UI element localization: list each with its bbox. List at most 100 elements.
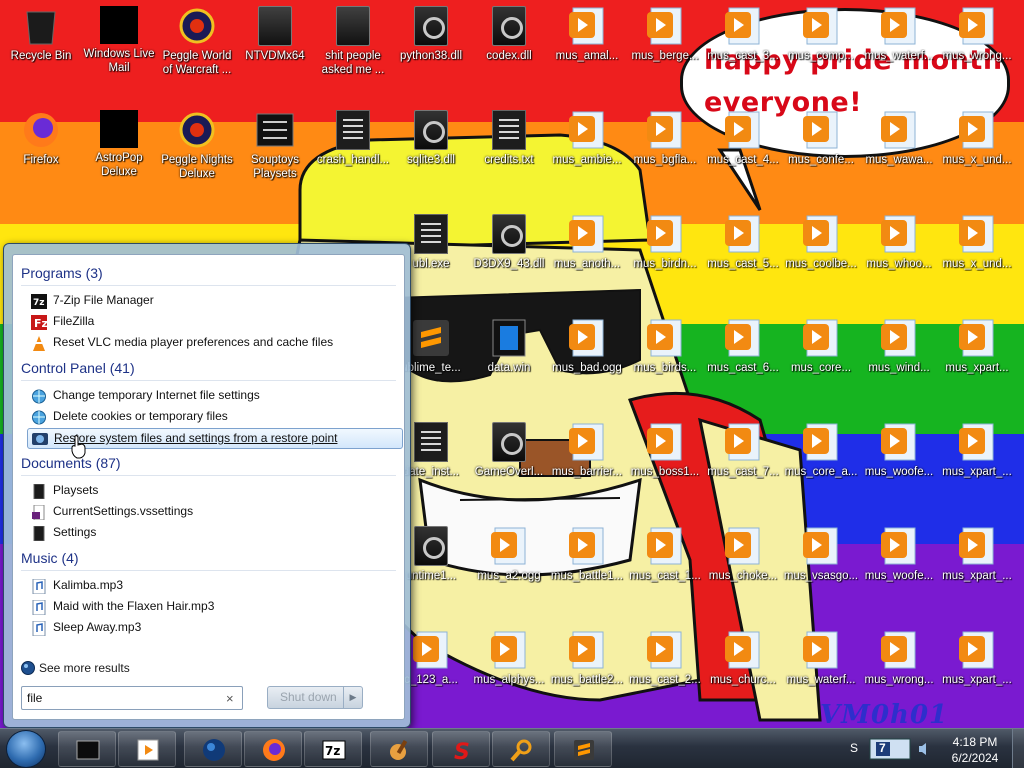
result-playsets[interactable]: Playsets — [27, 481, 403, 502]
desktop-icon[interactable]: mus_churc... — [704, 626, 782, 726]
shutdown-options-arrow-icon[interactable]: ▶ — [343, 687, 362, 708]
desktop-icon[interactable]: mus_cast_1... — [626, 522, 704, 622]
desktop-icon[interactable]: mus_barrier... — [548, 418, 626, 518]
desktop-icon[interactable]: sqlite3.dll — [392, 106, 470, 206]
desktop-icon[interactable]: Peggle Nights Deluxe — [158, 106, 236, 206]
desktop-icon[interactable]: mus_boss1... — [626, 418, 704, 518]
desktop-icon[interactable]: mus_bgfla... — [626, 106, 704, 206]
desktop-icon[interactable]: Peggle World of Warcraft ... — [158, 2, 236, 102]
result-settings[interactable]: Settings — [27, 523, 403, 544]
desktop-icon[interactable]: mus_birds... — [626, 314, 704, 414]
desktop-icon[interactable]: mus_wrong... — [860, 626, 938, 726]
result-maid-flaxen-hair-mp3[interactable]: Maid with the Flaxen Hair.mp3 — [27, 597, 403, 618]
desktop-icon[interactable]: mus_core... — [782, 314, 860, 414]
start-search-input[interactable] — [21, 686, 243, 710]
desktop-icon[interactable]: mus_cast_2... — [626, 626, 704, 726]
tray-vm-indicator-icon[interactable] — [864, 737, 916, 763]
show-desktop-button[interactable] — [1012, 729, 1024, 768]
taskbar-search-tool[interactable] — [492, 731, 550, 767]
group-heading-programs[interactable]: Programs (3) — [21, 265, 396, 286]
desktop-icon[interactable]: crash_handl... — [314, 106, 392, 206]
desktop-icon[interactable]: Windows Live Mail — [80, 2, 158, 102]
desktop-icon[interactable]: D3DX9_43.dll — [470, 210, 548, 310]
desktop-icon[interactable]: mus_cast_5... — [704, 210, 782, 310]
taskbar-sublime[interactable] — [554, 731, 612, 767]
desktop-icon[interactable]: mus_alphys... — [470, 626, 548, 726]
desktop-icon[interactable]: credits.txt — [470, 106, 548, 206]
desktop-icon[interactable]: mus_coolbe... — [782, 210, 860, 310]
desktop-icon[interactable]: mus_birdn... — [626, 210, 704, 310]
vlc-audio-file-icon — [645, 110, 685, 150]
vlc-audio-file-icon — [801, 526, 841, 566]
desktop-icon[interactable]: mus_berge... — [626, 2, 704, 102]
taskbar-red-s[interactable]: S — [432, 731, 490, 767]
desktop-icon[interactable]: mus_a2.ogg — [470, 522, 548, 622]
desktop-icon[interactable]: mus_waterf... — [860, 2, 938, 102]
taskbar-ie[interactable] — [184, 731, 242, 767]
desktop-icon[interactable]: mus_woofe... — [860, 522, 938, 622]
desktop-icon[interactable]: mus_battle1... — [548, 522, 626, 622]
result-delete-cookies[interactable]: Delete cookies or temporary files — [27, 407, 403, 428]
result-7zip-file-manager[interactable]: 7z 7-Zip File Manager — [27, 291, 403, 312]
desktop-icon[interactable]: mus_cast_4... — [704, 106, 782, 206]
desktop-icon[interactable]: shit people asked me ... — [314, 2, 392, 102]
start-button[interactable] — [6, 730, 46, 768]
desktop-icon[interactable]: python38.dll — [392, 2, 470, 102]
group-heading-music[interactable]: Music (4) — [21, 550, 396, 571]
desktop-icon[interactable]: mus_cast_6... — [704, 314, 782, 414]
desktop-icon[interactable]: mus_whoo... — [860, 210, 938, 310]
desktop-icon[interactable]: mus_cast_3... — [704, 2, 782, 102]
desktop-icon[interactable]: mus_bad.ogg — [548, 314, 626, 414]
group-heading-control-panel[interactable]: Control Panel (41) — [21, 360, 396, 381]
desktop-icon[interactable]: mus_xpart... — [938, 314, 1016, 414]
desktop-icon[interactable]: mus_cast_7... — [704, 418, 782, 518]
desktop-icon[interactable]: Firefox — [2, 106, 80, 206]
clock-date[interactable]: 6/2/2024 — [942, 751, 1008, 765]
desktop-icon[interactable]: data.win — [470, 314, 548, 414]
see-more-results-link[interactable]: See more results — [21, 659, 130, 679]
desktop-icon[interactable]: NTVDMx64 — [236, 2, 314, 102]
desktop-icon[interactable]: GameOverl... — [470, 418, 548, 518]
desktop-icon[interactable]: mus_wrong... — [938, 2, 1016, 102]
desktop-icon[interactable]: mus_wind... — [860, 314, 938, 414]
desktop-icon[interactable]: AstroPop Deluxe — [80, 106, 158, 206]
desktop-icon[interactable]: Souptoys Playsets — [236, 106, 314, 206]
desktop-icon[interactable]: mus_woofe... — [860, 418, 938, 518]
desktop-icon[interactable]: mus_core_a... — [782, 418, 860, 518]
desktop-icon[interactable]: mus_wawa... — [860, 106, 938, 206]
desktop-icon[interactable]: mus_xpart_... — [938, 522, 1016, 622]
dll-file-icon — [492, 6, 526, 46]
desktop-icon[interactable]: mus_battle2... — [548, 626, 626, 726]
7zip-icon: 7z — [31, 294, 47, 309]
recycle-bin-icon — [21, 6, 61, 46]
desktop-icon[interactable]: mus_ambie... — [548, 106, 626, 206]
desktop-icon[interactable]: mus_choke... — [704, 522, 782, 622]
desktop-icon[interactable]: mus_x_und... — [938, 106, 1016, 206]
clear-search-icon[interactable]: × — [226, 691, 234, 706]
desktop-icon[interactable]: mus_waterf... — [782, 626, 860, 726]
desktop-icon[interactable]: Recycle Bin — [2, 2, 80, 102]
desktop-icon[interactable]: mus_amal... — [548, 2, 626, 102]
desktop-icon[interactable]: codex.dll — [470, 2, 548, 102]
desktop-icon[interactable]: mus_confe... — [782, 106, 860, 206]
desktop-icon[interactable]: mus_x_und... — [938, 210, 1016, 310]
result-sleep-away-mp3[interactable]: Sleep Away.mp3 — [27, 618, 403, 639]
desktop-icon[interactable]: mus_xpart_... — [938, 626, 1016, 726]
taskbar-cmd[interactable] — [58, 731, 116, 767]
taskbar-7zip[interactable]: 7z — [304, 731, 362, 767]
result-reset-vlc[interactable]: Reset VLC media player preferences and c… — [27, 333, 403, 354]
desktop-icon[interactable]: mus_vsasgo... — [782, 522, 860, 622]
vlc-audio-file-icon — [723, 214, 763, 254]
desktop-icon[interactable]: mus_xpart_... — [938, 418, 1016, 518]
speaker-icon[interactable] — [918, 742, 928, 756]
taskbar-media-player[interactable] — [118, 731, 176, 767]
clock-time[interactable]: 4:18 PM — [942, 735, 1008, 749]
taskbar-firefox[interactable] — [244, 731, 302, 767]
result-kalimba-mp3[interactable]: Kalimba.mp3 — [27, 576, 403, 597]
result-change-temp-internet-settings[interactable]: Change temporary Internet file settings — [27, 386, 403, 407]
taskbar-paint[interactable] — [370, 731, 428, 767]
desktop-icon[interactable]: mus_anoth... — [548, 210, 626, 310]
result-currentsettings-vssettings[interactable]: CurrentSettings.vssettings — [27, 502, 403, 523]
desktop-icon[interactable]: mus_comp... — [782, 2, 860, 102]
result-filezilla[interactable]: Fz FileZilla — [27, 312, 403, 333]
